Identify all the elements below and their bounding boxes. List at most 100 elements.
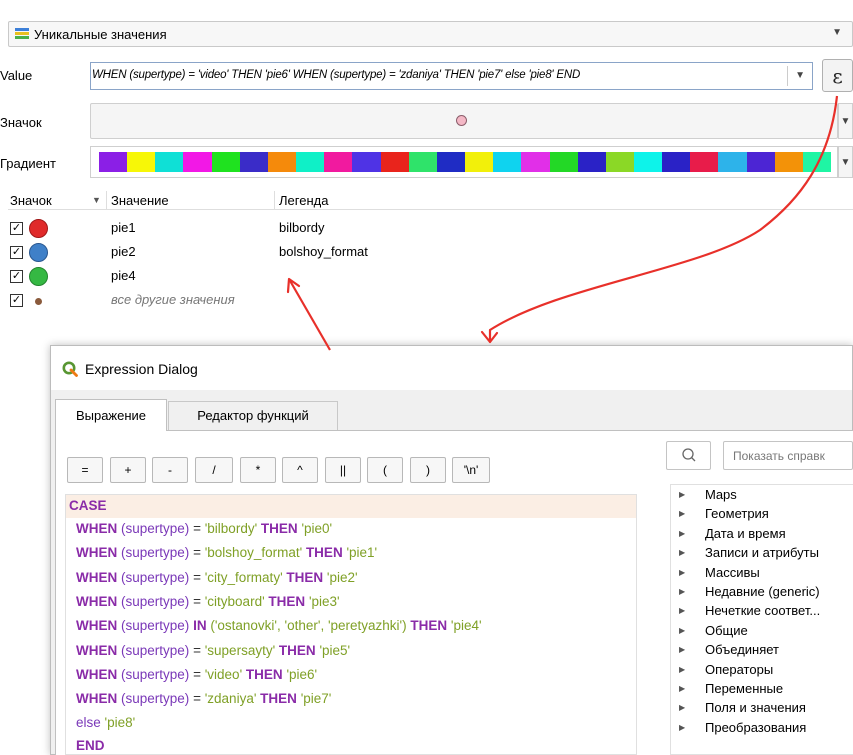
expand-arrow-icon[interactable]: ▶ — [679, 703, 685, 712]
symbol-label: Значок — [0, 115, 42, 130]
table-row[interactable]: ✓ все другие значения — [8, 290, 853, 310]
function-group-item[interactable]: ▶ Массивы — [671, 565, 853, 584]
category-symbol[interactable] — [29, 219, 48, 238]
category-checkbox[interactable]: ✓ — [10, 246, 23, 259]
category-checkbox[interactable]: ✓ — [10, 270, 23, 283]
symbol-button[interactable] — [90, 103, 838, 139]
expand-arrow-icon[interactable]: ▶ — [679, 626, 685, 635]
function-group-label: Переменные — [705, 681, 784, 696]
function-group-item[interactable]: ▶ Записи и атрибуты — [671, 545, 853, 564]
function-group-item[interactable]: ▶ Объединяет — [671, 642, 853, 661]
color-ramp-swatch — [155, 152, 184, 172]
category-legend[interactable]: bilbordy — [279, 220, 325, 235]
divider — [787, 66, 788, 86]
function-group-item[interactable]: ▶ Переменные — [671, 681, 853, 700]
column-header-value[interactable]: Значение — [111, 193, 169, 208]
function-group-item[interactable]: ▶ Общие — [671, 623, 853, 642]
function-group-item[interactable]: ▶ Нечеткие соответ... — [671, 603, 853, 622]
expression-editor[interactable]: CASE WHEN (supertype) = 'bilbordy' THEN … — [65, 494, 637, 755]
operator-button[interactable]: / — [195, 457, 233, 483]
function-group-item[interactable]: ▶ Дата и время — [671, 526, 853, 545]
renderer-type-dropdown[interactable]: Уникальные значения ▼ — [8, 21, 853, 47]
help-search-input[interactable]: Показать справк — [723, 441, 853, 470]
function-group-item[interactable]: ▶ Операторы — [671, 662, 853, 681]
category-symbol[interactable] — [35, 298, 42, 305]
color-ramp-swatch — [521, 152, 550, 172]
code-line-when: WHEN (supertype) = 'bilbordy' THEN 'pie0… — [76, 521, 333, 536]
function-list[interactable]: ▶ Maps ▶ Геометрия ▶ Дата и время ▶ Записи и ат… — [670, 484, 853, 755]
category-value[interactable]: pie2 — [111, 244, 136, 259]
function-group-item[interactable]: ▶ Поля и значения — [671, 700, 853, 719]
color-ramp-swatch — [577, 152, 606, 172]
value-expression-field[interactable]: WHEN (supertype) = 'video' THEN 'pie6' W… — [90, 62, 813, 90]
code-case: CASE — [69, 498, 107, 513]
column-header-symbol[interactable]: Значок — [10, 193, 52, 208]
expand-arrow-icon[interactable]: ▶ — [679, 587, 685, 596]
code-line-when: WHEN (supertype) = 'city_formaty' THEN '… — [76, 569, 358, 585]
color-ramp-swatch — [183, 152, 212, 172]
color-ramp-swatch — [493, 152, 522, 172]
category-checkbox[interactable]: ✓ — [10, 294, 23, 307]
color-ramp-swatch — [211, 152, 240, 172]
expand-arrow-icon[interactable]: ▶ — [679, 645, 685, 654]
expand-arrow-icon[interactable]: ▶ — [679, 568, 685, 577]
function-group-item[interactable]: ▶ Недавние (generic) — [671, 584, 853, 603]
expand-arrow-icon[interactable]: ▶ — [679, 490, 685, 499]
color-ramp-swatch — [549, 152, 578, 172]
category-symbol[interactable] — [29, 243, 48, 262]
color-ramp-preview — [99, 152, 832, 172]
column-header-legend[interactable]: Легенда — [279, 193, 328, 208]
expand-arrow-icon[interactable]: ▶ — [679, 723, 685, 732]
category-checkbox[interactable]: ✓ — [10, 222, 23, 235]
color-ramp-label: Градиент — [0, 156, 56, 171]
operator-button[interactable]: ^ — [282, 457, 318, 483]
function-group-item[interactable]: ▶ Maps — [671, 487, 853, 506]
function-group-label: Поля и значения — [705, 700, 806, 716]
color-ramp-swatch — [774, 152, 803, 172]
operator-button[interactable]: ( — [367, 457, 403, 483]
expand-arrow-icon[interactable]: ▶ — [679, 606, 685, 615]
category-value[interactable]: pie1 — [111, 220, 136, 235]
table-row[interactable]: ✓ pie4 — [8, 266, 853, 286]
category-value[interactable]: все другие значения — [111, 292, 235, 307]
table-row[interactable]: ✓ pie1 bilbordy — [8, 218, 853, 238]
function-group-label: Maps — [705, 487, 737, 502]
function-group-item[interactable]: ▶ Геометрия — [671, 506, 853, 525]
tab-function-editor[interactable]: Редактор функций — [168, 401, 338, 430]
color-ramp-swatch — [267, 152, 297, 172]
category-symbol[interactable] — [29, 267, 48, 286]
operator-button[interactable]: + — [110, 457, 146, 483]
symbol-dropdown-arrow[interactable]: ▼ — [838, 103, 853, 139]
category-legend[interactable]: bolshoy_format — [279, 244, 368, 259]
color-ramp-dropdown-arrow[interactable]: ▼ — [838, 146, 853, 178]
chevron-down-icon[interactable]: ▼ — [795, 70, 805, 81]
point-symbol-icon — [456, 115, 467, 126]
color-ramp-swatch — [718, 152, 747, 172]
tab-expression[interactable]: Выражение — [55, 399, 167, 431]
expand-arrow-icon[interactable]: ▶ — [679, 509, 685, 518]
function-group-item[interactable]: ▶ Преобразования — [671, 720, 853, 739]
operator-button[interactable]: '\n' — [452, 457, 490, 483]
expression-builder-button[interactable]: ε — [822, 59, 853, 92]
help-search-button[interactable] — [666, 441, 711, 470]
category-value[interactable]: pie4 — [111, 268, 136, 283]
color-ramp-button[interactable] — [90, 146, 838, 178]
operator-button[interactable]: = — [67, 457, 103, 483]
value-label: Value — [0, 68, 33, 83]
expand-arrow-icon[interactable]: ▶ — [679, 684, 685, 693]
code-line-when: WHEN (supertype) = 'zdaniya' THEN 'pie7' — [76, 691, 332, 707]
color-ramp-swatch — [746, 152, 775, 172]
color-ramp-swatch — [662, 152, 691, 172]
operator-button[interactable]: ) — [410, 457, 446, 483]
expand-arrow-icon[interactable]: ▶ — [679, 665, 685, 674]
expand-arrow-icon[interactable]: ▶ — [679, 548, 685, 557]
table-header: Значок ▼ Значение Легенда — [8, 191, 853, 210]
table-row[interactable]: ✓ pie2 bolshoy_format — [8, 242, 853, 262]
dialog-titlebar[interactable]: Expression Dialog — [51, 346, 852, 390]
expand-arrow-icon[interactable]: ▶ — [679, 529, 685, 538]
code-line-else: else 'pie8' — [76, 715, 136, 730]
code-end: END — [76, 738, 105, 753]
operator-button[interactable]: || — [325, 457, 361, 483]
operator-button[interactable]: * — [240, 457, 276, 483]
operator-button[interactable]: - — [152, 457, 188, 483]
